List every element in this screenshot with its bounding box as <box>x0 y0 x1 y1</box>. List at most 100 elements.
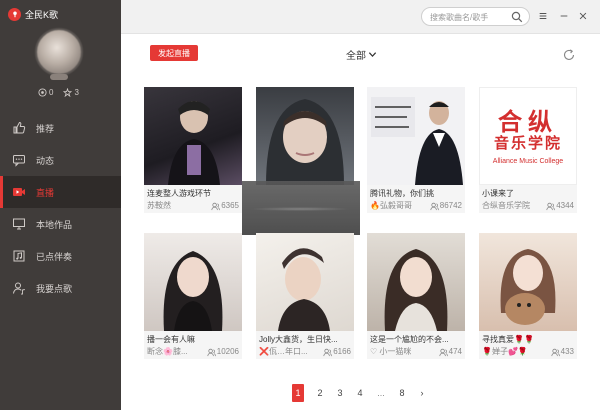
flower-icon <box>63 88 73 97</box>
search-box <box>421 7 530 26</box>
video-camera-icon <box>13 188 25 196</box>
search-input[interactable] <box>430 10 510 24</box>
viewers-icon <box>207 348 216 356</box>
sidebar-item-feed[interactable]: 动态 <box>0 144 121 176</box>
live-room-card[interactable]: 播一会有人嘛 断念🌸膝... 10206 <box>144 233 242 359</box>
page-3-button[interactable]: 3 <box>330 384 350 402</box>
live-room-card[interactable]: 连麦整人游戏环节 苏鞍然 6365 <box>144 87 242 213</box>
room-owner: 弘毅哥哥 <box>379 201 412 210</box>
sidebar-item-live[interactable]: 直播 <box>0 176 121 208</box>
close-icon <box>579 12 587 20</box>
live-room-card[interactable]: Jolly大鑫货，生日快... ❌佤…年口... 6166 <box>256 233 354 359</box>
profile-stats: 0 3 <box>38 88 79 97</box>
college-logo-cn2: 音乐学院 <box>493 135 562 152</box>
start-live-button[interactable]: 发起直播 <box>150 45 198 61</box>
thumbs-up-icon <box>13 121 26 134</box>
viewers-icon <box>550 348 560 356</box>
sidebar-item-label: 推荐 <box>36 123 55 134</box>
sidebar-item-downloaded[interactable]: 已点伴奏 <box>0 240 121 272</box>
page-1-button[interactable]: 1 <box>292 384 304 402</box>
menu-icon <box>539 13 547 19</box>
room-meta: 播一会有人嘛 断念🌸膝... 10206 <box>144 331 242 359</box>
room-title: 小课来了 <box>482 189 514 198</box>
sidebar-item-label: 已点伴奏 <box>36 251 73 262</box>
page-ellipsis: ... <box>377 388 385 398</box>
room-title: 这是一个尴尬的不会... <box>370 335 449 344</box>
search-icon[interactable] <box>511 11 523 23</box>
pagination: 1 2 3 4 ... 8 › <box>292 384 432 402</box>
page-2-button[interactable]: 2 <box>310 384 330 402</box>
room-title: Jolly大鑫货，生日快... <box>259 335 338 344</box>
room-title: 寻找真爱🌹🌹 <box>482 335 534 344</box>
viewer-count: 6365 <box>211 200 239 212</box>
monitor-icon <box>13 218 25 230</box>
flower-count: 3 <box>74 88 79 97</box>
college-logo-en: Alliance Music College <box>492 158 564 165</box>
room-owner: 断念🌸膝... <box>147 347 188 356</box>
close-button[interactable] <box>576 9 590 23</box>
room-title: 播一会有人嘛 <box>147 335 195 344</box>
sidebar-nav: 推荐 动态 直播 本地作品 已点伴奏 我要点歌 <box>0 112 121 304</box>
sidebar-item-request[interactable]: 我要点歌 <box>0 272 121 304</box>
room-title: 腾讯礼物，你们挑 <box>370 189 434 198</box>
room-thumbnail <box>256 233 354 331</box>
refresh-icon[interactable] <box>562 48 576 62</box>
room-title: 连麦整人游戏环节 <box>147 189 211 198</box>
room-thumbnail: 合纵 音乐学院 Alliance Music College <box>479 87 577 185</box>
category-filter-dropdown[interactable]: 全部 <box>346 47 377 62</box>
chat-bubble-icon <box>13 155 25 167</box>
viewer-count: 86742 <box>430 200 462 212</box>
filter-label: 全部 <box>346 51 366 62</box>
live-room-card[interactable]: 腾讯礼物，你们挑 🔥弘毅哥哥 86742 <box>367 87 465 213</box>
viewers-icon <box>430 202 439 210</box>
sidebar-item-local[interactable]: 本地作品 <box>0 208 121 240</box>
music-note-icon <box>13 250 25 262</box>
menu-button[interactable] <box>536 9 550 23</box>
top-bar <box>121 0 600 34</box>
room-thumbnail <box>144 233 242 331</box>
live-room-card[interactable]: 寻找真爱🌹🌹 🌹婵子💕🌹 433 <box>479 233 577 359</box>
room-owner: 苏鞍然 <box>147 201 171 210</box>
user-avatar[interactable] <box>35 28 83 76</box>
room-thumbnail <box>367 233 465 331</box>
next-page-button[interactable]: › <box>412 384 432 402</box>
flower-stat[interactable]: 3 <box>63 88 79 97</box>
sidebar-item-recommend[interactable]: 推荐 <box>0 112 121 144</box>
level-badge <box>50 74 68 80</box>
viewers-icon <box>211 202 221 210</box>
room-owner: ❌佤…年口... <box>259 347 308 356</box>
room-meta: 连麦整人游戏环节 苏鞍然 6365 <box>144 185 242 213</box>
room-meta: 小课来了 合纵音乐学院 4344 <box>479 185 577 213</box>
sidebar-item-label: 动态 <box>36 155 55 166</box>
live-room-card[interactable]: 合纵 音乐学院 Alliance Music College 小课来了 合纵音乐… <box>479 87 577 213</box>
room-meta: Jolly大鑫货，生日快... ❌佤…年口... 6166 <box>256 331 354 359</box>
gift-stat[interactable]: 0 <box>38 88 53 97</box>
room-owner: 🌹婵子💕🌹 <box>482 347 528 356</box>
sidebar: 全民K歌 0 3 推荐 动态 直播 本地作品 已点伴奏 我要点歌 <box>0 0 121 410</box>
room-thumbnail <box>367 87 465 185</box>
viewers-icon <box>438 348 448 356</box>
person-music-icon <box>13 282 25 295</box>
room-meta: 寻找真爱🌹🌹 🌹婵子💕🌹 433 <box>479 331 577 359</box>
sidebar-item-label: 我要点歌 <box>36 283 73 294</box>
minimize-button[interactable] <box>557 9 571 23</box>
room-thumbnail <box>479 233 577 331</box>
viewer-count: 10206 <box>207 346 239 358</box>
live-room-card[interactable]: 这是一个尴尬的不会... ♡ 小一猫咪 474 <box>367 233 465 359</box>
gift-count: 0 <box>49 88 54 97</box>
viewer-count: 6166 <box>323 346 351 358</box>
page-8-button[interactable]: 8 <box>392 384 412 402</box>
app-brand: 全民K歌 <box>8 6 58 22</box>
room-thumbnail <box>256 87 354 185</box>
page-4-button[interactable]: 4 <box>350 384 370 402</box>
coin-icon <box>38 88 47 97</box>
viewers-icon <box>546 202 556 210</box>
viewers-icon <box>323 348 333 356</box>
minimize-icon <box>560 15 568 17</box>
loading-overlay <box>242 181 360 235</box>
sidebar-item-label: 直播 <box>36 187 55 198</box>
viewer-count: 433 <box>550 346 574 358</box>
app-title: 全民K歌 <box>25 9 59 20</box>
sidebar-item-label: 本地作品 <box>36 219 73 230</box>
room-meta: 腾讯礼物，你们挑 🔥弘毅哥哥 86742 <box>367 185 465 213</box>
